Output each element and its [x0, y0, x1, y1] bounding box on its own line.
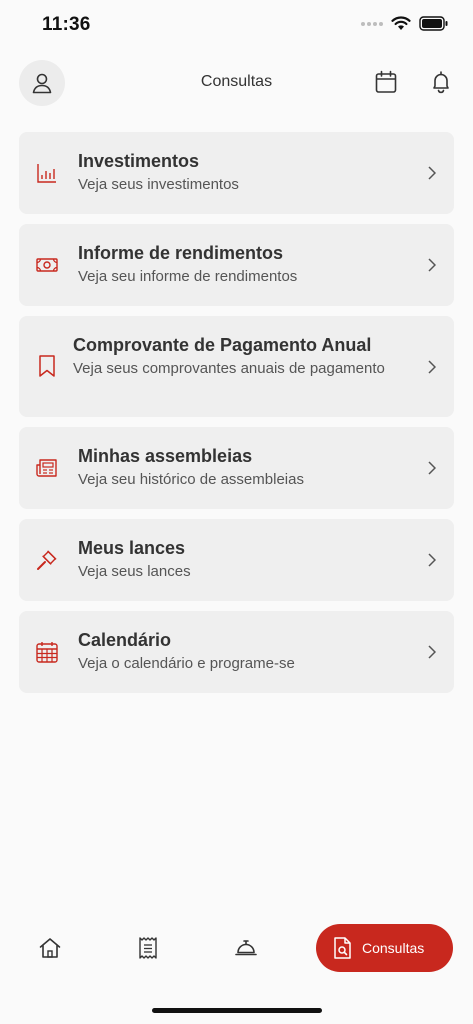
card-title: Minhas assembleias: [78, 446, 253, 466]
header: Consultas: [0, 58, 473, 108]
nav-active-label: Consultas: [362, 940, 425, 956]
bar-chart-icon: [35, 161, 59, 185]
home-icon: [39, 938, 61, 958]
nav-consultas-active[interactable]: Consultas: [316, 924, 453, 972]
signal-icon: [361, 21, 383, 26]
chevron-right-icon: [426, 553, 438, 567]
card-subtitle: Veja seu informe de rendimentos: [78, 268, 298, 285]
document-search-icon: [334, 937, 351, 959]
bottom-nav: Consultas: [0, 922, 473, 976]
money-bill-icon: [35, 253, 59, 277]
bell-icon: [433, 71, 449, 94]
status-time: 11:36: [42, 14, 91, 35]
consultas-menu: Investimentos Veja seus investimentos In…: [19, 132, 454, 703]
menu-item-meus-lances[interactable]: Meus lances Veja seus lances: [19, 519, 454, 601]
menu-item-minhas-assembleias[interactable]: Minhas assembleias Veja seu histórico de…: [19, 427, 454, 509]
menu-item-informe-rendimentos[interactable]: Informe de rendimentos Veja seu informe …: [19, 224, 454, 306]
nav-home[interactable]: [36, 934, 64, 962]
card-title: Informe de rendimentos: [78, 243, 284, 263]
card-title: Investimentos: [78, 151, 200, 171]
page-title: Consultas: [200, 73, 273, 90]
calendar-icon: [35, 640, 59, 664]
battery-icon: [419, 16, 448, 31]
status-indicators: [361, 16, 449, 31]
service-bell-icon: [235, 940, 257, 956]
chevron-right-icon: [426, 258, 438, 272]
card-subtitle: Veja seus lances: [78, 563, 191, 580]
chevron-right-icon: [426, 166, 438, 180]
wifi-icon: [391, 16, 411, 30]
card-title: Meus lances: [78, 538, 186, 558]
card-title: Comprovante de Pagamento Anual: [73, 335, 372, 355]
chevron-right-icon: [426, 645, 438, 659]
card-title: Calendário: [78, 630, 172, 650]
bookmark-icon: [35, 354, 59, 378]
home-indicator: [152, 1008, 322, 1013]
card-subtitle: Veja seu histórico de assembleias: [78, 471, 304, 488]
nav-receipts[interactable]: [134, 934, 162, 962]
nav-services[interactable]: [232, 934, 260, 962]
menu-item-investimentos[interactable]: Investimentos Veja seus investimentos: [19, 132, 454, 214]
menu-item-calendario[interactable]: Calendário Veja o calendário e programe-…: [19, 611, 454, 693]
gavel-icon: [35, 548, 59, 572]
card-subtitle: Veja seus investimentos: [78, 176, 239, 193]
card-subtitle: Veja seus comprovantes anuais de pagamen…: [73, 360, 385, 377]
newspaper-icon: [35, 456, 59, 480]
chevron-right-icon: [426, 461, 438, 475]
calendar-button[interactable]: [372, 68, 400, 96]
status-bar: 11:36: [0, 0, 473, 52]
notifications-button[interactable]: [427, 68, 455, 96]
card-subtitle: Veja o calendário e programe-se: [78, 655, 295, 672]
receipt-icon: [139, 937, 157, 959]
calendar-icon: [375, 70, 397, 93]
menu-item-comprovante-pagamento[interactable]: Comprovante de Pagamento Anual Veja seus…: [19, 316, 454, 417]
chevron-right-icon: [426, 360, 438, 374]
